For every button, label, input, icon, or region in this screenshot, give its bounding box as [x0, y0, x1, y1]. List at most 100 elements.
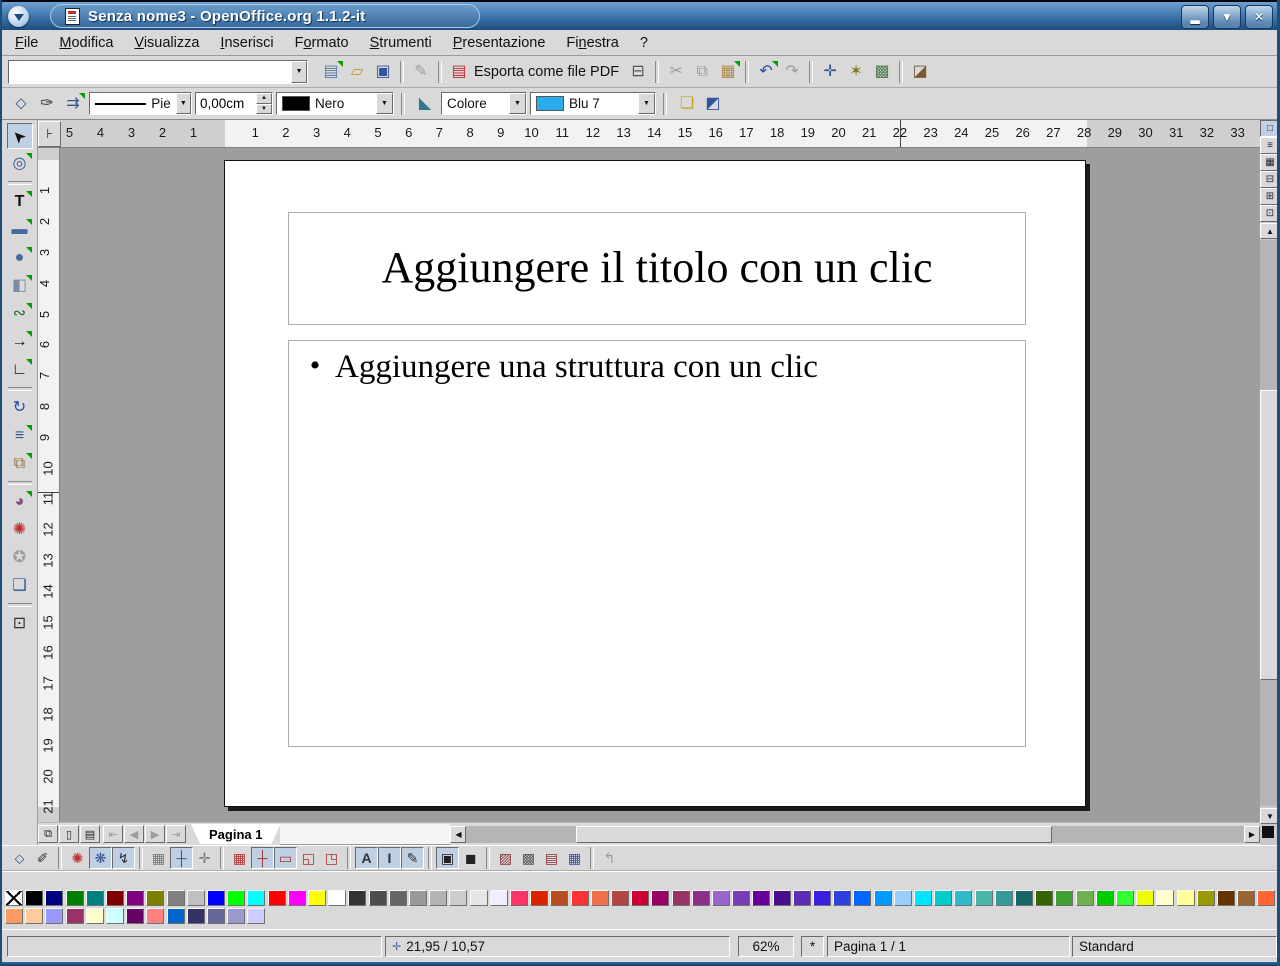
color-swatch[interactable] — [288, 890, 306, 906]
exit-group-icon[interactable]: ↰ — [598, 847, 621, 869]
outline-view-button[interactable]: ≡ — [1260, 137, 1280, 154]
navigator-icon[interactable]: ✛ — [817, 59, 843, 85]
color-swatch[interactable] — [1035, 890, 1053, 906]
allow-interaction-icon[interactable]: ↯ — [112, 847, 135, 869]
color-swatch[interactable] — [954, 890, 972, 906]
color-swatch[interactable] — [712, 890, 730, 906]
pen-icon[interactable]: ✑ — [34, 91, 60, 117]
copy-icon[interactable]: ⧉ — [689, 59, 715, 85]
vertical-scrollbar-thumb[interactable] — [1260, 390, 1280, 680]
last-page-button[interactable]: ⇥ — [166, 825, 186, 843]
color-swatch[interactable] — [1116, 890, 1134, 906]
dropdown-arrow-icon[interactable]: ▼ — [376, 93, 393, 114]
color-swatch[interactable] — [853, 890, 871, 906]
allow-effects-icon[interactable]: ❋ — [89, 847, 112, 869]
color-swatch[interactable] — [1237, 890, 1255, 906]
curve-tool[interactable]: ∾ — [7, 301, 33, 327]
shadow-icon[interactable]: ❏ — [674, 91, 700, 117]
color-swatch[interactable] — [86, 908, 104, 924]
title-placeholder[interactable]: Aggiungere il titolo con un clic — [288, 212, 1026, 325]
spin-up-icon[interactable]: ▲ — [256, 93, 272, 104]
horizontal-scrollbar-track[interactable] — [466, 826, 1244, 843]
color-swatch[interactable] — [1015, 890, 1033, 906]
large-handles-icon[interactable]: ◼ — [459, 847, 482, 869]
color-swatch[interactable] — [793, 890, 811, 906]
color-swatch[interactable] — [369, 890, 387, 906]
color-swatch[interactable] — [146, 890, 164, 906]
scroll-right-button[interactable]: ▶ — [1244, 826, 1260, 843]
color-swatch[interactable] — [934, 890, 952, 906]
quick-edit-icon[interactable]: A — [355, 847, 378, 869]
previous-page-button[interactable]: ◀ — [124, 825, 144, 843]
edit-file-icon[interactable]: ✎ — [408, 59, 434, 85]
outline-placeholder[interactable]: •Aggiungere una struttura con un clic — [288, 340, 1026, 747]
no-fill-swatch[interactable] — [5, 890, 23, 906]
cut-icon[interactable]: ✂ — [663, 59, 689, 85]
alignment-tool[interactable]: ≡ — [7, 423, 33, 449]
minimize-button[interactable]: ▂ — [1181, 5, 1209, 29]
color-swatch[interactable] — [732, 890, 750, 906]
color-swatch[interactable] — [550, 890, 568, 906]
color-swatch[interactable] — [126, 908, 144, 924]
snap-to-page-margins-icon[interactable]: ▭ — [274, 847, 297, 869]
menu-presentazione[interactable]: Presentazione — [450, 33, 549, 53]
color-swatch[interactable] — [45, 890, 63, 906]
snap-to-object-border-icon[interactable]: ◱ — [297, 847, 320, 869]
scroll-up-button[interactable]: ▲ — [1260, 223, 1280, 239]
color-swatch[interactable] — [1136, 890, 1154, 906]
interaction-tool[interactable]: ✺ — [7, 517, 33, 543]
edit-points-mode-icon[interactable]: ⬦ — [8, 847, 31, 869]
color-swatch[interactable] — [651, 890, 669, 906]
scroll-left-button[interactable]: ◀ — [450, 826, 466, 843]
color-swatch[interactable] — [247, 890, 265, 906]
page-tab[interactable]: Pagina 1 — [191, 824, 280, 844]
color-swatch[interactable] — [207, 890, 225, 906]
color-swatch[interactable] — [268, 890, 286, 906]
color-swatch[interactable] — [5, 908, 23, 924]
rotate-tool[interactable]: ↻ — [7, 395, 33, 421]
color-swatch[interactable] — [25, 908, 43, 924]
color-swatch[interactable] — [692, 890, 710, 906]
slides-view-button[interactable]: ▦ — [1260, 154, 1280, 171]
color-swatch[interactable] — [975, 890, 993, 906]
arrow-style-icon[interactable]: ⇉ — [60, 91, 86, 117]
color-swatch[interactable] — [1156, 890, 1174, 906]
color-swatch[interactable] — [833, 890, 851, 906]
menu-inserisci[interactable]: Inserisci — [217, 33, 276, 53]
color-swatch[interactable] — [510, 890, 528, 906]
line-width-input[interactable] — [196, 93, 256, 114]
snap-to-grid-icon[interactable]: ▦ — [228, 847, 251, 869]
color-swatch[interactable] — [348, 890, 366, 906]
drawing-view-button[interactable]: □ — [1260, 120, 1280, 137]
dropdown-arrow-icon[interactable]: ▼ — [291, 61, 307, 83]
color-swatch[interactable] — [227, 908, 245, 924]
menu-formato[interactable]: Formato — [292, 33, 352, 53]
3d-controller-tool[interactable]: ❑ — [7, 573, 33, 599]
color-swatch[interactable] — [591, 890, 609, 906]
double-click-edit-text-icon[interactable]: ✎ — [401, 847, 424, 869]
page-mode-button[interactable]: ⧉ — [38, 825, 58, 843]
color-swatch[interactable] — [571, 890, 589, 906]
color-swatch[interactable] — [530, 890, 548, 906]
color-swatch[interactable] — [813, 890, 831, 906]
color-swatch[interactable] — [1197, 890, 1215, 906]
connectors-tool[interactable]: ∟ — [7, 357, 33, 383]
menu-modifica[interactable]: Modifica — [56, 33, 116, 53]
tab-type-selector[interactable]: ⊦ — [38, 121, 61, 147]
color-swatch[interactable] — [490, 890, 508, 906]
color-swatch[interactable] — [1096, 890, 1114, 906]
color-swatch[interactable] — [25, 890, 43, 906]
color-swatch[interactable] — [611, 890, 629, 906]
scroll-down-button[interactable]: ▼ — [1260, 808, 1280, 824]
status-zoom-cell[interactable]: 62% — [738, 936, 794, 957]
line-color-select[interactable]: Nero ▼ — [276, 92, 394, 115]
color-swatch[interactable] — [106, 890, 124, 906]
horizontal-ruler[interactable]: 5432112345678910111213141516171819202122… — [38, 120, 1260, 148]
select-tool[interactable]: ➤ — [7, 123, 33, 149]
rectangle-tool[interactable]: ▬ — [7, 217, 33, 243]
color-swatch[interactable] — [247, 908, 265, 924]
3d-objects-tool[interactable]: ◧ — [7, 273, 33, 299]
color-swatch[interactable] — [409, 890, 427, 906]
menu-visualizza[interactable]: Visualizza — [131, 33, 202, 53]
color-swatch[interactable] — [1217, 890, 1235, 906]
